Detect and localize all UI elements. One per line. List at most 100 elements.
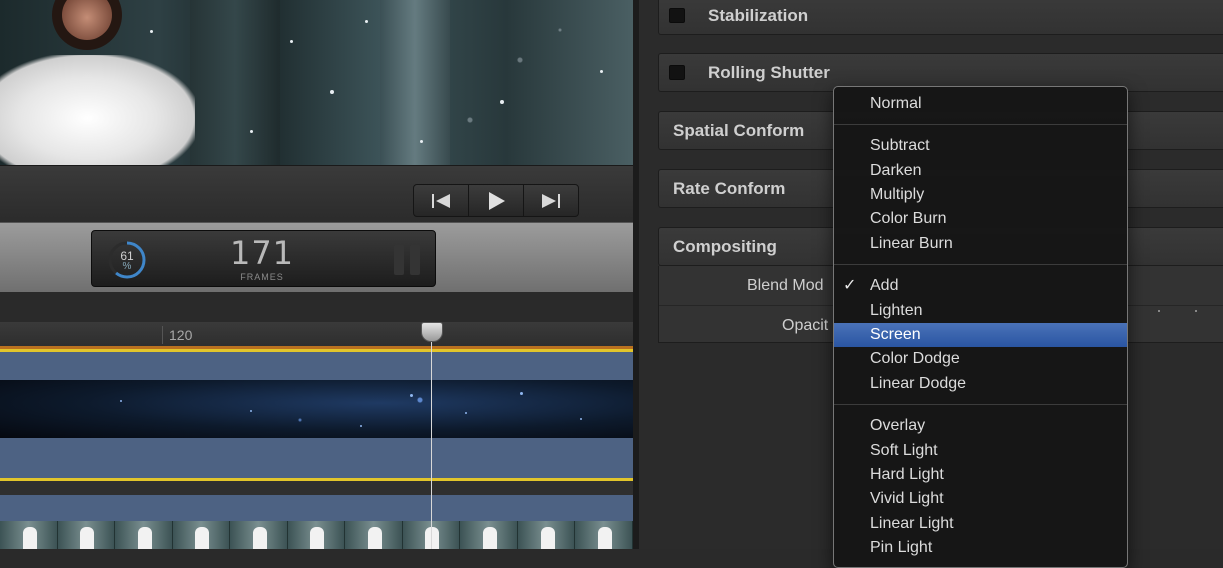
menu-item-linear-burn[interactable]: Linear Burn bbox=[834, 232, 1127, 256]
menu-item-label: Linear Burn bbox=[870, 235, 953, 252]
menu-separator bbox=[834, 404, 1127, 405]
timeline-clip-filmstrip[interactable] bbox=[0, 521, 634, 549]
filmstrip-frame bbox=[172, 521, 231, 549]
filmstrip-frame bbox=[460, 521, 518, 549]
skip-forward-icon bbox=[542, 193, 560, 208]
clip-star bbox=[360, 425, 362, 427]
menu-item-label: Normal bbox=[870, 95, 922, 112]
filmstrip-frame bbox=[287, 521, 346, 549]
menu-item-label: Subtract bbox=[870, 137, 930, 154]
viewer-background-pillar bbox=[380, 0, 450, 165]
clip-star bbox=[120, 400, 122, 402]
blend-mode-label: Blend Mod bbox=[747, 277, 824, 294]
menu-item-multiply[interactable]: Multiply bbox=[834, 183, 1127, 207]
menu-item-label: Vivid Light bbox=[870, 490, 944, 507]
menu-item-label: Soft Light bbox=[870, 442, 938, 459]
filmstrip-frame bbox=[345, 521, 403, 549]
skip-forward-button[interactable] bbox=[524, 185, 578, 216]
menu-item-label: Linear Dodge bbox=[870, 375, 967, 392]
playhead-handle[interactable] bbox=[421, 322, 443, 342]
frame-counter-label: FRAMES bbox=[240, 272, 284, 282]
menu-item-linear-light[interactable]: Linear Light bbox=[834, 512, 1127, 536]
ruler-tick bbox=[162, 326, 163, 344]
menu-item-soft-light[interactable]: Soft Light bbox=[834, 439, 1127, 463]
menu-item-color-burn[interactable]: Color Burn bbox=[834, 207, 1127, 231]
menu-item-normal[interactable]: Normal bbox=[834, 92, 1127, 116]
section-title: Rolling Shutter bbox=[708, 63, 830, 82]
checkmark-icon: ✓ bbox=[843, 277, 857, 294]
snow-particle bbox=[330, 90, 334, 94]
menu-item-label: Darken bbox=[870, 162, 922, 179]
blend-mode-menu[interactable]: Normal Subtract Darken Multiply Color Bu… bbox=[833, 86, 1128, 568]
snow-particle bbox=[365, 20, 368, 23]
snow-particle bbox=[290, 40, 293, 43]
snow-particle bbox=[600, 70, 603, 73]
pause-icon bbox=[394, 245, 420, 275]
menu-item-screen[interactable]: Screen bbox=[834, 323, 1127, 347]
skip-back-button[interactable] bbox=[414, 185, 469, 216]
timeline-track[interactable] bbox=[0, 349, 633, 383]
timeline-track[interactable] bbox=[0, 495, 633, 521]
video-viewer bbox=[0, 0, 633, 165]
rolling-shutter-checkbox[interactable] bbox=[669, 65, 685, 80]
frame-counter-value: 171 bbox=[229, 234, 295, 272]
filmstrip-frame bbox=[230, 521, 288, 549]
menu-item-label: Hard Light bbox=[870, 466, 944, 483]
clip-star bbox=[520, 392, 523, 395]
menu-item-label: Multiply bbox=[870, 186, 925, 203]
snow-particle bbox=[150, 30, 153, 33]
filmstrip-frame bbox=[115, 521, 173, 549]
opacity-slider-tick bbox=[1195, 310, 1197, 312]
clip-star bbox=[410, 394, 413, 397]
timeline-clip-starfield[interactable] bbox=[0, 380, 633, 438]
menu-item-label: Add bbox=[870, 277, 899, 294]
snow-particle bbox=[420, 140, 423, 143]
menu-item-label: Overlay bbox=[870, 417, 926, 434]
viewer-dancer-dress bbox=[0, 55, 195, 165]
clip-star bbox=[465, 412, 467, 414]
menu-item-label: Screen bbox=[870, 326, 921, 343]
section-title: Stabilization bbox=[708, 6, 809, 25]
menu-item-lighten[interactable]: Lighten bbox=[834, 299, 1127, 323]
filmstrip-frame bbox=[57, 521, 116, 549]
clip-star bbox=[580, 418, 582, 420]
snow-particle bbox=[500, 100, 504, 104]
menu-item-pin-light[interactable]: Pin Light bbox=[834, 536, 1127, 560]
timeline-toolbar bbox=[0, 292, 633, 323]
menu-item-label: Color Dodge bbox=[870, 350, 960, 367]
timeline-track[interactable] bbox=[0, 438, 633, 478]
section-stabilization[interactable]: Stabilization bbox=[658, 0, 1223, 35]
menu-item-linear-dodge[interactable]: Linear Dodge bbox=[834, 372, 1127, 396]
menu-item-hard-light[interactable]: Hard Light bbox=[834, 463, 1127, 487]
menu-item-label: Lighten bbox=[870, 302, 923, 319]
menu-item-label: Linear Light bbox=[870, 515, 954, 532]
menu-item-color-dodge[interactable]: Color Dodge bbox=[834, 347, 1127, 371]
play-icon bbox=[489, 191, 505, 210]
viewer-background-door bbox=[190, 0, 280, 165]
timeline-ruler[interactable] bbox=[0, 322, 633, 348]
menu-separator bbox=[834, 124, 1127, 125]
section-title: Compositing bbox=[673, 237, 777, 256]
stabilization-checkbox[interactable] bbox=[669, 8, 685, 23]
menu-item-add[interactable]: ✓ Add bbox=[834, 274, 1127, 298]
filmstrip-frame bbox=[517, 521, 576, 549]
clip-star bbox=[250, 410, 252, 412]
menu-separator bbox=[834, 264, 1127, 265]
snow-particle bbox=[250, 130, 253, 133]
menu-item-vivid-light[interactable]: Vivid Light bbox=[834, 487, 1127, 511]
transport-controls bbox=[413, 184, 579, 217]
playhead-line[interactable] bbox=[431, 340, 432, 549]
skip-back-icon bbox=[432, 193, 450, 208]
section-title: Rate Conform bbox=[673, 179, 786, 198]
menu-item-label: Pin Light bbox=[870, 539, 933, 556]
opacity-slider-tick bbox=[1158, 310, 1160, 312]
menu-item-overlay[interactable]: Overlay bbox=[834, 414, 1127, 438]
opacity-label: Opacit bbox=[782, 317, 829, 334]
play-button[interactable] bbox=[469, 185, 524, 216]
dashboard-display[interactable]: 61 % 171 FRAMES bbox=[91, 230, 436, 287]
section-title: Spatial Conform bbox=[673, 121, 805, 140]
menu-item-subtract[interactable]: Subtract bbox=[834, 134, 1127, 158]
menu-item-darken[interactable]: Darken bbox=[834, 159, 1127, 183]
track-gap bbox=[0, 481, 633, 495]
filmstrip-frame bbox=[575, 521, 634, 549]
